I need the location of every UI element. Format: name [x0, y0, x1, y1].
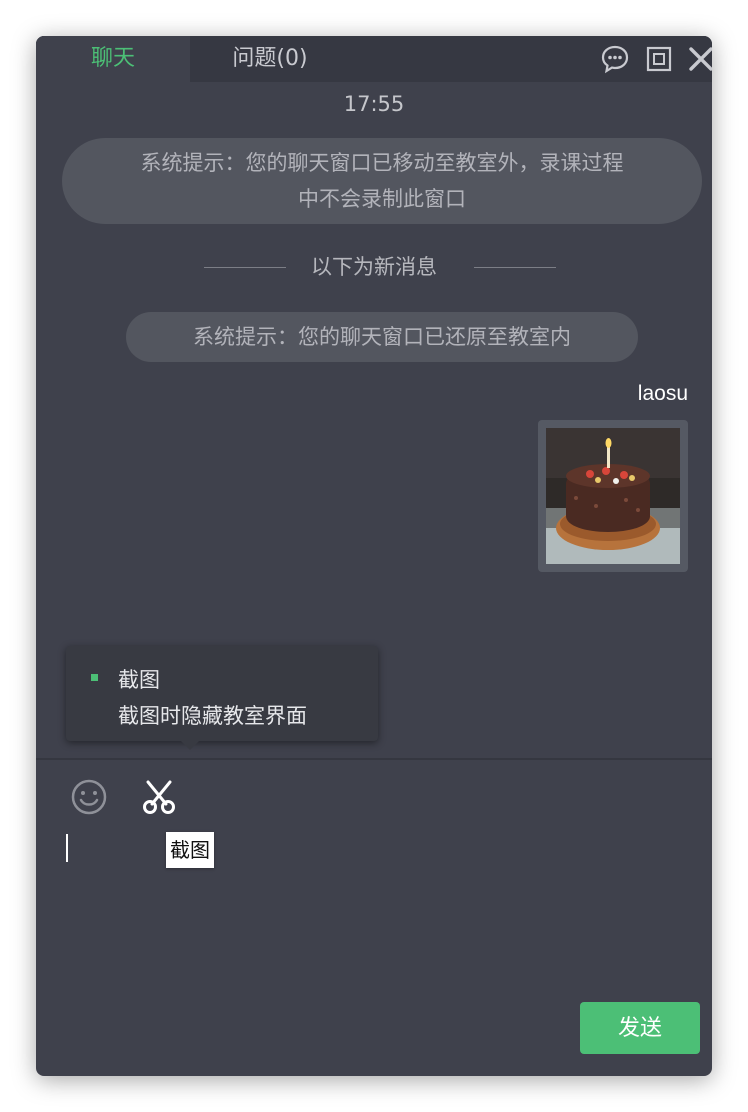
smiley-icon — [71, 779, 107, 815]
close-icon[interactable] — [686, 44, 712, 74]
system-notice-moved-out: 系统提示：您的聊天窗口已移动至教室外，录课过程 中不会录制此窗口 — [62, 138, 702, 224]
screenshot-tooltip: 截图 — [166, 832, 214, 868]
menu-pointer-arrow — [181, 741, 199, 750]
screenshot-options-menu: 截图 截图时隐藏教室界面 — [66, 646, 378, 750]
new-messages-label: 以下为新消息 — [311, 255, 437, 279]
message-timestamp: 17:55 — [343, 92, 405, 116]
divider-line-left — [204, 267, 286, 268]
scissors-icon — [143, 780, 175, 814]
selected-option-indicator — [91, 674, 98, 681]
text-input-caret — [66, 834, 68, 862]
tab-chat[interactable]: 聊天 — [36, 36, 190, 82]
restore-icon[interactable] — [644, 44, 674, 74]
emoji-button[interactable] — [70, 778, 108, 820]
system-notice-line-1: 系统提示：您的聊天窗口已移动至教室外，录课过程 — [140, 151, 624, 175]
tab-questions[interactable]: 问题(0) — [190, 36, 350, 82]
image-message[interactable] — [538, 420, 688, 572]
input-separator — [36, 758, 712, 760]
tab-bar: 聊天 问题(0) — [36, 36, 712, 82]
menu-option-screenshot[interactable]: 截图 — [118, 664, 160, 694]
divider-line-right — [474, 267, 556, 268]
system-notice-line-2: 中不会录制此窗口 — [298, 187, 466, 211]
chat-window: 聊天 问题(0) 17:55 系统提示：您的聊天窗口已移动至教室外，录课过程 中… — [36, 36, 712, 1076]
system-notice-restored: 系统提示：您的聊天窗口已还原至教室内 — [126, 312, 638, 362]
chat-bubble-icon[interactable] — [600, 44, 630, 74]
new-messages-divider: 以下为新消息 — [36, 252, 712, 282]
cake-photo — [546, 428, 680, 564]
screenshot-button[interactable] — [140, 778, 178, 820]
menu-option-screenshot-hide-classroom[interactable]: 截图时隐藏教室界面 — [118, 700, 307, 730]
send-button[interactable]: 发送 — [580, 1002, 700, 1054]
message-sender-name: laosu — [637, 382, 688, 405]
